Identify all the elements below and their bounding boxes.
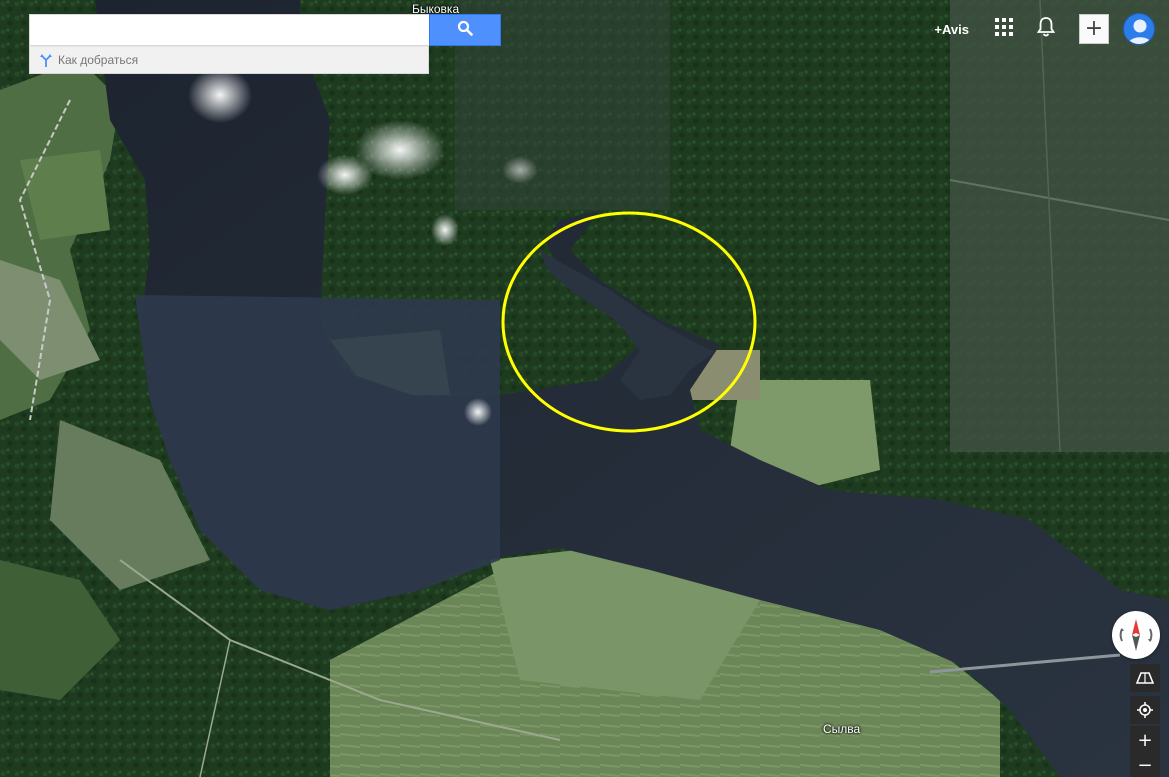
search-icon: [457, 20, 473, 41]
my-location-button[interactable]: [1130, 696, 1160, 724]
tilt-button[interactable]: [1130, 664, 1160, 692]
plus-user-link[interactable]: +Avis: [934, 22, 969, 37]
my-location-icon: [1137, 702, 1153, 718]
apps-button[interactable]: [989, 14, 1019, 44]
directions-icon: [40, 53, 52, 67]
search-button[interactable]: [429, 14, 501, 46]
directions-link[interactable]: Как добраться: [29, 46, 429, 74]
compass-icon: [1119, 619, 1153, 651]
profile-avatar[interactable]: [1123, 13, 1155, 45]
satellite-map[interactable]: Быковка Сылва: [0, 0, 1169, 777]
notifications-button[interactable]: [1031, 14, 1061, 44]
zoom-in-button[interactable]: +: [1130, 726, 1160, 754]
tilt-icon: [1136, 672, 1154, 684]
share-button[interactable]: +: [1079, 14, 1109, 44]
zoom-out-button[interactable]: −: [1130, 754, 1160, 777]
place-label-bottom[interactable]: Сылва: [823, 722, 860, 736]
account-bar: +Avis +: [934, 12, 1155, 46]
bell-icon: [1036, 16, 1056, 42]
apps-grid-icon: [995, 17, 1013, 41]
search-panel: Как добраться: [29, 14, 502, 74]
directions-label: Как добраться: [58, 53, 139, 67]
profile-avatar-icon: [1128, 19, 1152, 44]
map-imagery: [0, 0, 1169, 777]
compass-control[interactable]: [1112, 611, 1160, 659]
search-row: [29, 14, 502, 46]
plus-icon: +: [1084, 16, 1104, 41]
search-input[interactable]: [29, 14, 429, 46]
